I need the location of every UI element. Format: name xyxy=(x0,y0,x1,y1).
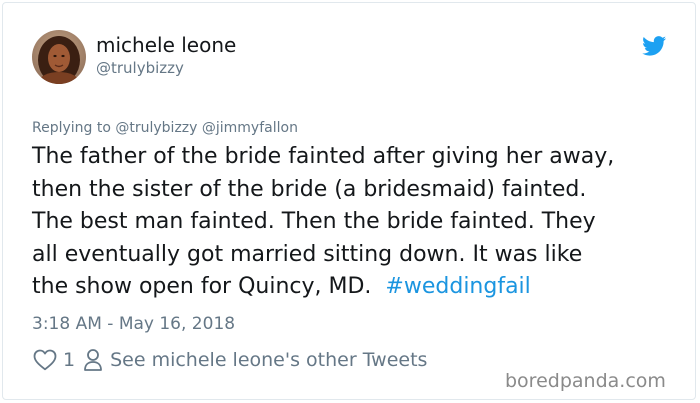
author-handle[interactable]: @trulybizzy xyxy=(96,59,184,77)
like-count: 1 xyxy=(63,349,76,371)
tweet-line: the show open for Quincy, MD. #weddingfa… xyxy=(32,271,682,304)
twitter-bird-icon[interactable] xyxy=(642,36,667,56)
person-icon xyxy=(83,348,103,372)
tweet-text: The father of the bride fainted after gi… xyxy=(32,141,682,304)
other-tweets-link[interactable]: See michele leone's other Tweets xyxy=(110,349,427,371)
tweet-line: all eventually got married sitting down.… xyxy=(32,241,583,267)
avatar[interactable] xyxy=(32,30,86,84)
tweet-line: then the sister of the bride (a bridesma… xyxy=(32,176,587,202)
watermark: boredpanda.com xyxy=(505,370,666,392)
author-name[interactable]: michele leone xyxy=(96,33,236,57)
tweet-actions: 1 See michele leone's other Tweets xyxy=(33,347,427,373)
hashtag-link[interactable]: #weddingfail xyxy=(385,274,530,299)
tweet-line: The father of the bride fainted after gi… xyxy=(32,144,615,169)
timestamp[interactable]: 3:18 AM - May 16, 2018 xyxy=(32,313,235,335)
replying-to: Replying to @trulybizzy @jimmyfallon xyxy=(32,120,298,136)
tweet-line-text: the show open for Quincy, MD. xyxy=(32,274,386,299)
tweet-line: The best man fainted. Then the bride fai… xyxy=(32,209,596,234)
heart-icon[interactable] xyxy=(33,349,57,371)
